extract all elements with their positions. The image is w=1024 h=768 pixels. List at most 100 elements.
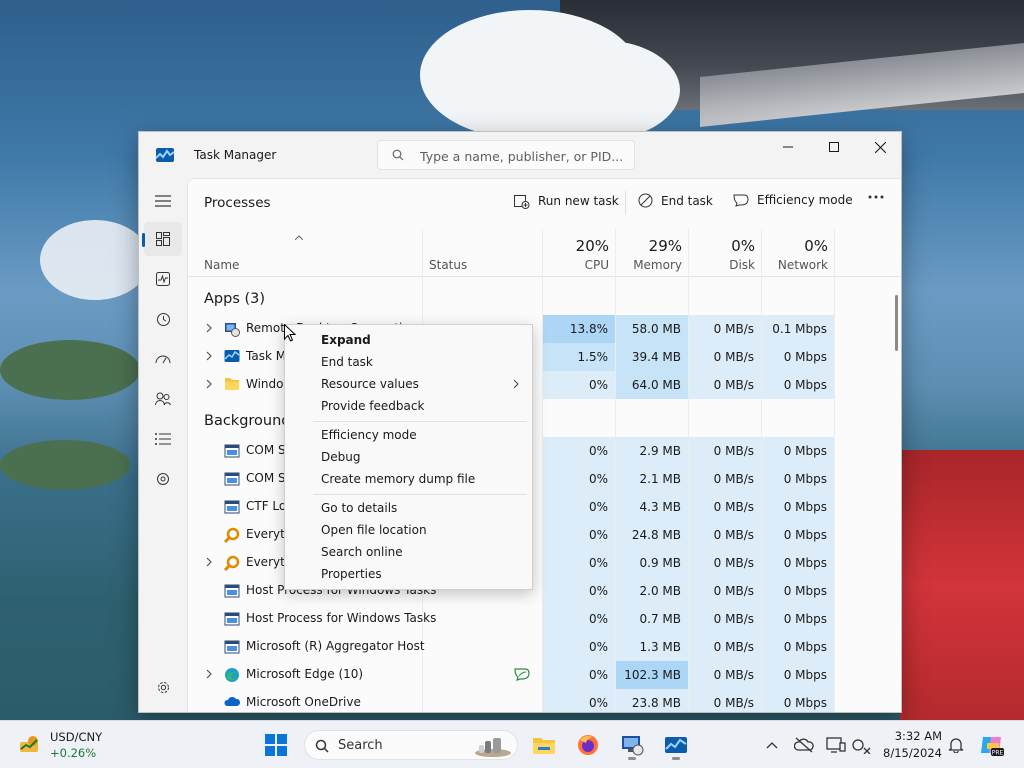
mouse-cursor [284, 324, 296, 342]
cell-network: 0 Mbps [762, 577, 834, 605]
nav-processes[interactable] [142, 222, 182, 256]
maximize-button[interactable] [811, 132, 857, 162]
menu-item-go-to-details[interactable]: Go to details [285, 497, 532, 519]
minimize-button[interactable] [765, 132, 811, 162]
cell-memory: 64.0 MB [616, 371, 688, 399]
column-disk-label: Disk [729, 258, 755, 272]
menu-item-provide-feedback[interactable]: Provide feedback [285, 395, 532, 417]
firefox-icon [578, 735, 598, 755]
start-button[interactable] [260, 729, 292, 761]
column-status[interactable]: Status [423, 229, 543, 277]
cell-disk: 0 MB/s [689, 633, 761, 661]
nav-performance[interactable] [144, 262, 182, 296]
menu-item-debug[interactable]: Debug [285, 446, 532, 468]
taskbar-remote-desktop[interactable] [616, 729, 648, 761]
navigation-pane [139, 178, 187, 712]
taskbar-firefox[interactable] [572, 729, 604, 761]
chevron-right-icon[interactable] [206, 351, 216, 361]
column-cpu[interactable]: 20% CPU [543, 229, 615, 277]
cell-cpu: 0% [543, 549, 615, 577]
process-name: COM S [246, 471, 286, 485]
page-title: Processes [204, 195, 271, 211]
column-memory[interactable]: 29% Memory [616, 229, 688, 277]
search-highlight-icon [475, 738, 511, 757]
tray-onedrive[interactable] [794, 735, 814, 755]
window-title: Task Manager [194, 148, 277, 162]
menu-item-resource-values[interactable]: Resource values [285, 373, 532, 395]
column-network[interactable]: 0% Network [762, 229, 834, 277]
title-bar[interactable]: Task Manager [139, 132, 901, 178]
table-row[interactable]: Host Process for Windows Tasks 0% 0.7 MB 0 … [188, 605, 888, 633]
chevron-right-icon[interactable] [206, 557, 216, 567]
group-header-cell [616, 277, 688, 315]
nav-users[interactable] [144, 382, 182, 416]
vertical-scrollbar[interactable] [895, 295, 898, 351]
table-row[interactable]: Microsoft OneDrive 0% 23.8 MB 0 MB/s 0 Mbps [188, 689, 888, 712]
menu-item-efficiency-mode[interactable]: Efficiency mode [285, 424, 532, 446]
efficiency-mode-button[interactable]: Efficiency mode [733, 193, 853, 207]
menu-item-end-task[interactable]: End task [285, 351, 532, 373]
search-input[interactable] [420, 146, 625, 166]
remote-desktop-icon [224, 321, 240, 337]
process-name: Microsoft (R) Aggregator Host [246, 639, 425, 653]
search-box[interactable] [377, 140, 635, 170]
cell-cpu: 0% [543, 371, 615, 399]
tray-display[interactable] [826, 735, 846, 755]
menu-item-open-file-location[interactable]: Open file location [285, 519, 532, 541]
nav-startup-apps[interactable] [144, 342, 182, 376]
wallpaper-cloud [520, 40, 680, 140]
task-manager-icon [224, 349, 240, 365]
more-options-button[interactable] [868, 195, 884, 199]
cell-disk: 0 MB/s [689, 661, 761, 689]
nav-settings[interactable] [144, 670, 182, 704]
wallpaper-cloud [40, 220, 150, 300]
notifications-button[interactable] [946, 735, 966, 755]
clock[interactable]: 3:32 AM 8/15/2024 [880, 727, 942, 763]
menu-item-search-online[interactable]: Search online [285, 541, 532, 563]
search-icon [392, 149, 404, 161]
menu-item-expand[interactable]: Expand [285, 329, 532, 351]
process-name: CTF Lo [246, 499, 287, 513]
table-row[interactable]: Microsoft Edge (10) 0% 102.3 MB 0 MB/s 0 Mbp… [188, 661, 888, 689]
wallpaper-island [0, 340, 140, 400]
widget-value: +0.26% [50, 746, 97, 760]
taskbar: USD/CNY +0.26% Search 3:32 AM 8/15/2024 [0, 720, 1024, 768]
window-icon [224, 471, 240, 487]
show-hidden-icons-button[interactable] [762, 735, 782, 755]
taskbar-task-manager[interactable] [660, 729, 692, 761]
end-task-button[interactable]: End task [638, 193, 713, 208]
windows-logo-icon [265, 734, 287, 756]
menu-separator [313, 494, 527, 495]
close-button[interactable] [857, 132, 901, 162]
efficiency-mode-label: Efficiency mode [757, 193, 853, 207]
tray-network[interactable] [852, 735, 872, 755]
chevron-right-icon[interactable] [206, 379, 216, 389]
menu-item-create-dump[interactable]: Create memory dump file [285, 468, 532, 490]
taskbar-search-box[interactable]: Search [304, 730, 518, 760]
cell-memory: 1.3 MB [616, 633, 688, 661]
network-disconnected-icon [852, 739, 871, 754]
hamburger-menu-button[interactable] [144, 184, 182, 218]
nav-services[interactable] [144, 462, 182, 496]
cell-network: 0 Mbps [762, 371, 834, 399]
process-name: COM S [246, 443, 286, 457]
column-name[interactable]: Name [188, 229, 422, 277]
widgets-button[interactable]: USD/CNY +0.26% [14, 727, 114, 763]
table-row[interactable]: Microsoft (R) Aggregator Host 0% 1.3 MB 0 M… [188, 633, 888, 661]
nav-details[interactable] [144, 422, 182, 456]
menu-item-resource-values-label: Resource values [321, 377, 419, 391]
cpu-total: 20% [575, 237, 609, 255]
remote-desktop-icon [622, 736, 644, 756]
maximize-icon [829, 142, 839, 152]
chevron-right-icon[interactable] [206, 323, 216, 333]
chevron-right-icon[interactable] [206, 669, 216, 679]
column-disk[interactable]: 0% Disk [689, 229, 761, 277]
network-total: 0% [804, 237, 828, 255]
copilot-button[interactable]: PRE [976, 729, 1008, 761]
group-header-cell [543, 401, 615, 437]
run-new-task-button[interactable]: Run new task [514, 193, 619, 209]
more-icon [868, 195, 884, 199]
taskbar-file-explorer[interactable] [528, 729, 560, 761]
nav-app-history[interactable] [144, 302, 182, 336]
menu-item-properties[interactable]: Properties [285, 563, 532, 585]
